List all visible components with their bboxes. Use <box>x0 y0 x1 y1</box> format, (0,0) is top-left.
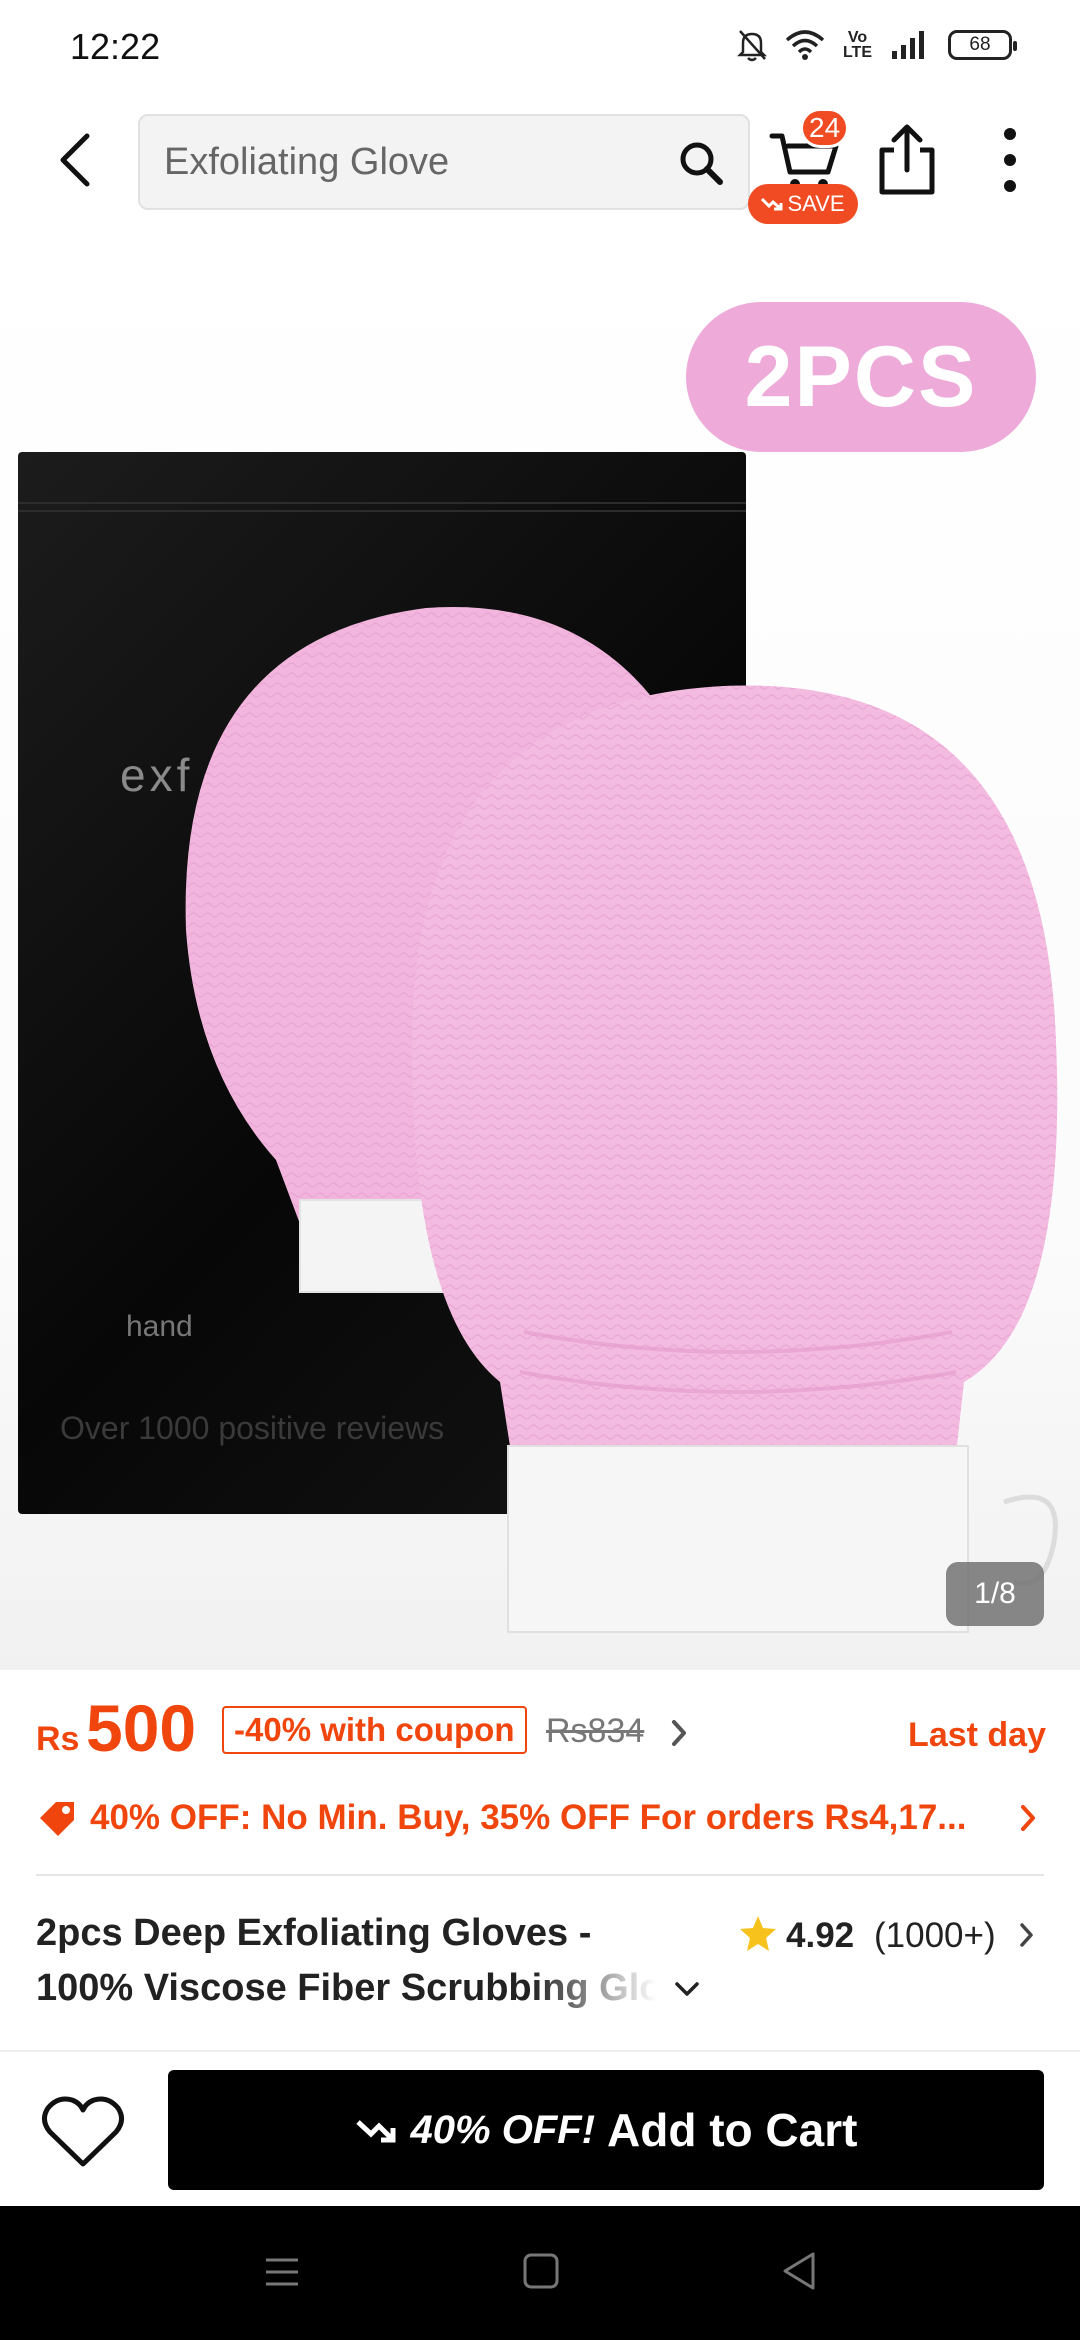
back-arrow-icon <box>60 133 90 187</box>
home-icon[interactable] <box>522 2252 560 2290</box>
divider <box>36 1874 1044 1876</box>
muted-bell-icon <box>736 30 767 62</box>
rating-value[interactable]: 4.92 <box>786 1916 854 1956</box>
title-line-1: 2pcs Deep Exfoliating Gloves - <box>36 1912 592 1954</box>
product-title-row: 2pcs Deep Exfoliating Gloves - 100% Visc… <box>36 1906 1046 2016</box>
status-icons: Vo LTE 68 <box>736 28 1017 62</box>
chevron-right-icon[interactable] <box>666 1716 692 1750</box>
android-nav-bar <box>0 2206 1080 2340</box>
promo-row[interactable]: 40% OFF: No Min. Buy, 35% OFF For orders… <box>36 1790 1046 1846</box>
glove-front-image <box>411 685 1058 1633</box>
price-row: Rs 500 -40% with coupon Rs834 Last day <box>36 1686 1046 1776</box>
menu-icon[interactable] <box>262 2252 302 2292</box>
trend-down-icon <box>761 197 783 211</box>
save-label: SAVE <box>787 191 845 216</box>
star-icon <box>740 1916 776 1951</box>
promo-text: 40% OFF: No Min. Buy, 35% OFF For orders… <box>90 1798 967 1837</box>
chevron-down-icon[interactable] <box>672 1974 702 2004</box>
more-vertical-icon[interactable] <box>980 122 1040 198</box>
package-seal <box>18 502 746 512</box>
price-currency: Rs <box>36 1720 80 1758</box>
pcs-label: 2PCS <box>686 302 1036 452</box>
add-to-cart-button[interactable]: 40% OFF! Add to Cart <box>168 2070 1044 2190</box>
cart-count-badge: 24 <box>800 108 850 148</box>
tag-icon <box>40 1802 74 1836</box>
status-bar: 12:22 Vo LTE 68 <box>0 0 1080 100</box>
search-input[interactable]: Exfoliating Glove <box>138 114 750 210</box>
back-button[interactable] <box>40 125 110 195</box>
action-bar: 40% OFF! Add to Cart <box>0 2050 1080 2206</box>
deadline-label: Last day <box>908 1716 1046 1754</box>
save-badge: SAVE <box>748 184 858 224</box>
signal-icon <box>892 31 924 59</box>
product-title[interactable]: 2pcs Deep Exfoliating Gloves - 100% Visc… <box>36 1906 716 2016</box>
heart-icon[interactable] <box>40 2092 126 2172</box>
trend-down-icon <box>355 2120 396 2143</box>
chevron-right-icon[interactable] <box>1016 1920 1038 1950</box>
volte-top: Vo <box>847 29 868 46</box>
image-counter: 1/8 <box>946 1562 1044 1626</box>
wifi-icon <box>785 30 825 60</box>
search-query: Exfoliating Glove <box>164 141 450 183</box>
search-icon[interactable] <box>676 138 726 188</box>
volte-indicator: Vo LTE <box>842 29 872 61</box>
share-icon[interactable] <box>872 122 942 198</box>
volte-bottom: LTE <box>842 44 872 61</box>
chevron-right-icon[interactable] <box>1016 1802 1040 1834</box>
battery-icon: 68 <box>948 30 1017 60</box>
title-line-2: 100% Viscose Fiber Scrubbing Gloves <box>36 1967 656 2009</box>
price-amount: 500 <box>86 1691 197 1765</box>
coupon-tag[interactable]: -40% with coupon <box>222 1706 527 1754</box>
back-triangle-icon[interactable] <box>780 2250 818 2292</box>
review-count[interactable]: (1000+) <box>874 1916 996 1956</box>
cta-discount: 40% OFF! <box>410 2107 596 2152</box>
product-image-carousel[interactable]: exf Over 1000 positive reviews hand 2PCS… <box>0 230 1080 1670</box>
package-reviews-text: Over 1000 positive reviews <box>60 1410 445 1446</box>
top-nav: Exfoliating Glove 24 SAVE <box>0 100 1080 230</box>
cta-label: Add to Cart <box>607 2104 858 2156</box>
original-price[interactable]: Rs834 <box>546 1712 644 1751</box>
status-time: 12:22 <box>70 26 161 67</box>
package-hand-text: hand <box>126 1310 193 1343</box>
